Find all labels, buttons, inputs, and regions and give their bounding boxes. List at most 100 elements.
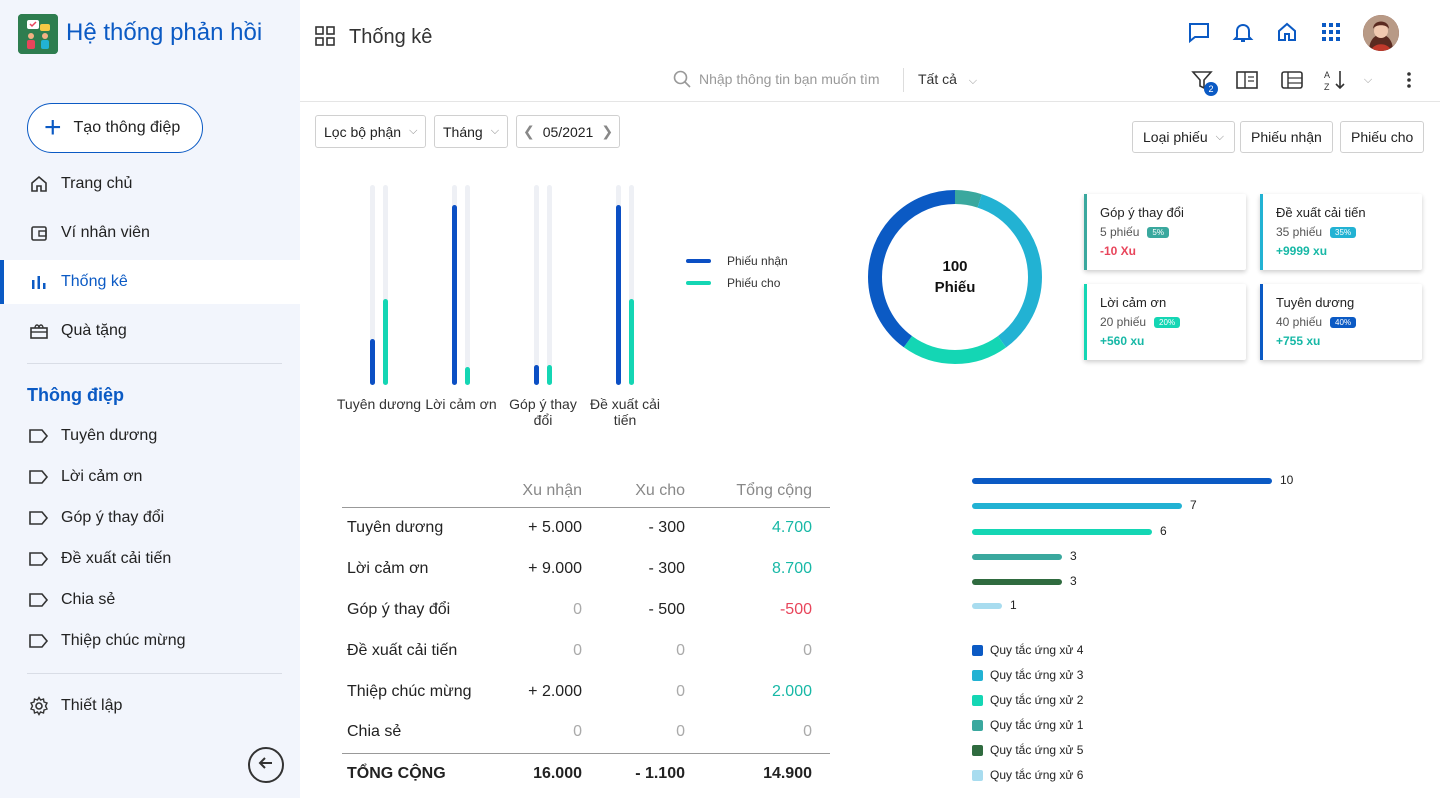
collapse-sidebar-button[interactable]	[248, 747, 284, 783]
user-avatar[interactable]	[1363, 15, 1399, 51]
row-label: Chia sẻ	[347, 723, 402, 741]
summary-card[interactable]: Góp ý thay đổi 5 phiếu 5% -10 Xu	[1084, 194, 1246, 270]
card-percent-badge: 40%	[1330, 316, 1357, 328]
sidebar-tag-label: Đề xuất cải tiến	[61, 550, 172, 567]
hbar-legend-item: Quy tắc ứng xử 5	[972, 743, 1083, 757]
card-count-row: 20 phiếu 20%	[1100, 315, 1246, 329]
home-icon[interactable]	[1275, 20, 1299, 44]
sidebar-tag-item[interactable]: Tuyên dương	[0, 418, 300, 454]
filter-button[interactable]: 2	[1190, 68, 1218, 96]
header-divider	[300, 101, 1440, 102]
sidebar-item-wallet[interactable]: Ví nhân viên	[0, 211, 300, 255]
department-filter-label: Lọc bộ phận	[324, 123, 402, 140]
card-title: Lời cảm ơn	[1100, 295, 1167, 310]
create-message-button[interactable]: + Tạo thông điệp	[27, 103, 203, 153]
plus-icon: +	[44, 111, 62, 144]
card-percent-badge: 35%	[1330, 226, 1357, 238]
sidebar-tag-item[interactable]: Chia sẻ	[0, 582, 300, 618]
table-header-cell: Xu cho	[600, 475, 703, 508]
legend-received: Phiếu nhận	[686, 254, 788, 268]
legend-swatch	[972, 769, 983, 781]
summary-card[interactable]: Tuyên dương 40 phiếu 40% +755 xu	[1260, 284, 1422, 360]
search-scope-dropdown[interactable]: Tất cả ⌵	[918, 71, 977, 88]
reading-pane-icon[interactable]	[1235, 68, 1259, 92]
chevron-left-icon[interactable]: ❮	[523, 123, 535, 140]
sidebar: Hệ thống phản hồi + Tạo thông điệp Trang…	[0, 0, 300, 798]
given-tickets-label: Phiếu cho	[1351, 129, 1414, 145]
row-label: Góp ý thay đổi	[347, 600, 451, 618]
coin-given-cell: - 500	[648, 600, 685, 618]
sort-icon[interactable]: AZ	[1323, 68, 1347, 92]
legend-label: Quy tắc ứng xử 2	[990, 693, 1084, 707]
hbar	[972, 529, 1152, 535]
chat-icon[interactable]	[1187, 20, 1211, 44]
given-tickets-button[interactable]: Phiếu cho	[1340, 121, 1425, 153]
period-dropdown[interactable]: Tháng ⌵	[434, 115, 509, 148]
svg-text:A: A	[1324, 70, 1330, 80]
hbar-legend-item: Quy tắc ứng xử 4	[972, 643, 1083, 657]
label-icon	[29, 426, 49, 446]
date-picker[interactable]: ❮ 05/2021 ❯	[516, 115, 621, 148]
label-icon	[29, 467, 49, 487]
legend-swatch	[972, 669, 983, 681]
department-filter-dropdown[interactable]: Lọc bộ phận ⌵	[315, 115, 427, 148]
grand-total-cell: 14.900	[703, 752, 830, 794]
total-cell: 2.000	[771, 682, 812, 700]
legend-label: Quy tắc ứng xử 6	[990, 768, 1084, 782]
hbar-value-label: 6	[1160, 524, 1167, 538]
chevron-down-icon: ⌵	[409, 125, 418, 137]
sidebar-item-settings[interactable]: Thiết lập	[0, 684, 300, 728]
chevron-down-icon[interactable]: ⌵	[1356, 68, 1380, 92]
arrow-left-icon	[256, 753, 276, 778]
search-scope-label: Tất cả	[918, 71, 957, 87]
sidebar-item-home[interactable]: Trang chủ	[0, 162, 300, 206]
list-view-icon[interactable]	[1280, 68, 1304, 92]
card-coin-value: +560 xu	[1100, 334, 1145, 348]
legend-swatch	[972, 644, 983, 656]
apps-grid-icon[interactable]	[1319, 20, 1343, 44]
bar-chart-icon	[29, 272, 49, 292]
coin-received-cell: + 2.000	[528, 682, 582, 700]
gear-icon	[29, 696, 49, 716]
bar-received	[534, 365, 539, 385]
summary-card[interactable]: Đề xuất cải tiến 35 phiếu 35% +9999 xu	[1260, 194, 1422, 270]
coin-received-cell: + 5.000	[528, 518, 582, 536]
card-title: Đề xuất cải tiến	[1276, 205, 1366, 220]
sidebar-tag-label: Lời cảm ơn	[61, 468, 143, 485]
sidebar-item-statistics[interactable]: Thống kê	[0, 260, 300, 304]
more-vertical-icon[interactable]	[1397, 68, 1421, 92]
label-icon	[29, 508, 49, 528]
create-message-label: Tạo thông điệp	[73, 119, 181, 136]
legend-swatch	[686, 259, 711, 263]
hbar-value-label: 3	[1070, 549, 1077, 563]
home-icon	[29, 174, 49, 194]
page-title: Thống kê	[349, 26, 433, 48]
sidebar-tag-label: Chia sẻ	[61, 591, 116, 608]
gift-icon	[29, 321, 49, 341]
sidebar-tag-item[interactable]: Thiệp chúc mừng	[0, 623, 300, 659]
label-icon	[29, 590, 49, 610]
card-count-row: 35 phiếu 35%	[1276, 225, 1422, 239]
sidebar-item-gifts[interactable]: Quà tặng	[0, 309, 300, 353]
chevron-down-icon: ⌵	[968, 75, 978, 87]
ticket-type-dropdown[interactable]: Loại phiếu ⌵	[1132, 121, 1235, 153]
sidebar-tag-item[interactable]: Lời cảm ơn	[0, 459, 300, 495]
hbar	[972, 603, 1002, 609]
row-label: Đề xuất cải tiến	[347, 641, 458, 659]
sidebar-tag-item[interactable]: Góp ý thay đổi	[0, 500, 300, 536]
received-tickets-button[interactable]: Phiếu nhận	[1240, 121, 1333, 153]
table-row: Góp ý thay đổi 0 - 500 -500	[342, 589, 830, 630]
search-field[interactable]: Nhập thông tin bạn muốn tìm	[673, 68, 904, 92]
summary-card[interactable]: Lời cảm ơn 20 phiếu 20% +560 xu	[1084, 284, 1246, 360]
hbar	[972, 478, 1272, 484]
bar-given	[383, 299, 388, 385]
bar-track	[465, 185, 470, 385]
bell-icon[interactable]	[1231, 20, 1255, 44]
search-icon	[673, 70, 691, 88]
bar-given	[465, 367, 470, 385]
legend-label: Phiếu cho	[727, 276, 781, 290]
card-coin-value: -10 Xu	[1100, 244, 1137, 258]
chevron-right-icon[interactable]: ❯	[601, 123, 613, 140]
search-placeholder: Nhập thông tin bạn muốn tìm	[699, 71, 880, 87]
sidebar-tag-item[interactable]: Đề xuất cải tiến	[0, 541, 300, 577]
